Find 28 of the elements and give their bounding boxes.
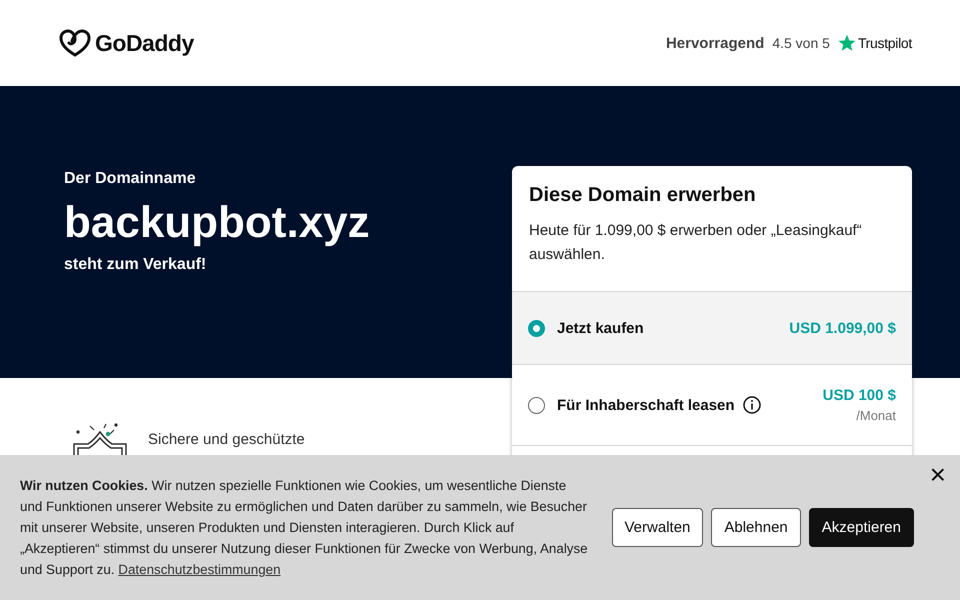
cookie-button[interactable]: Ablehnen <box>711 508 801 547</box>
option-price: USD 100 $ <box>822 387 896 404</box>
option-label: Für Inhaberschaft leasen <box>557 396 735 414</box>
option-label: Jetzt kaufen <box>557 320 644 336</box>
purchase-option[interactable]: Für Inhaberschaft leasen USD 100 $ /Monat <box>512 364 912 445</box>
card-description: Heute für 1.099,00 $ erwerben oder „Leasingkauf“ auswählen. <box>529 221 863 265</box>
option-price: USD 1.099,00 $ <box>789 320 896 336</box>
rating-score: 4.5 von 5 <box>772 35 830 51</box>
close-button[interactable]: × <box>930 459 946 491</box>
purchase-option[interactable]: Jetzt kaufen USD 1.099,00 $ <box>512 291 912 364</box>
heart-logo-icon <box>59 29 91 57</box>
info-icon[interactable] <box>742 396 761 414</box>
rating-label: Hervorragend <box>666 34 764 52</box>
trustpilot-text[interactable]: Trustpilot <box>858 35 912 51</box>
privacy-link[interactable]: Datenschutzbestimmungen <box>118 562 281 577</box>
cookie-text: Wir nutzen Cookies. Wir nutzen spezielle Funktionen wie Cookies, um wesentliche Dienste und Funktionen unserer Website zu ermöglichen und Daten darüber zu sammeln, wie Besucher mit unserer Website, unseren Produkten und Diensten interagieren. Durch Klick auf „Akzeptieren“ stimmst du unserer Nutzung dieser Funktionen für Zwecke von Werbung, Analyse und Support zu. Datenschutzbestimmungen <box>20 477 589 579</box>
radio-button[interactable] <box>528 396 545 414</box>
cookie-button[interactable]: Akzeptieren <box>808 508 914 547</box>
feature-text: Sichere und geschützte <box>148 431 305 448</box>
star-icon <box>838 34 856 52</box>
logo-text[interactable]: GoDaddy <box>95 30 194 56</box>
card-title: Diese Domain erwerben <box>529 184 757 207</box>
price-period: /Monat <box>856 408 896 423</box>
radio-button[interactable] <box>528 320 545 336</box>
domain-name: backupbot.xyz <box>64 198 370 248</box>
hero-subtitle: steht zum Verkauf! <box>64 256 206 274</box>
hero-eyebrow: Der Domainname <box>64 170 196 188</box>
cookie-button[interactable]: Verwalten <box>612 508 704 547</box>
